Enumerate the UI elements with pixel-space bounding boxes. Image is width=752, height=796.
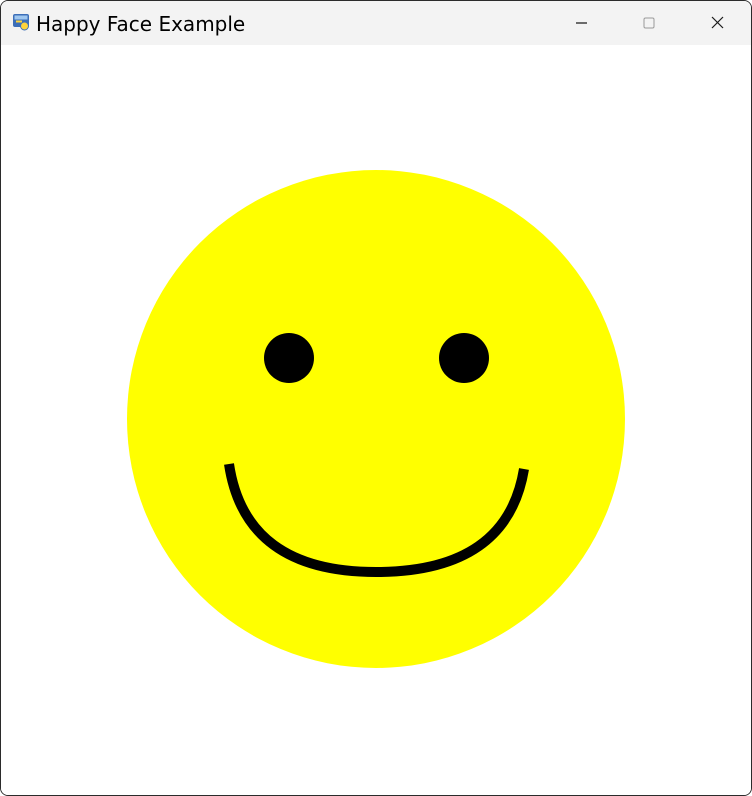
window-title: Happy Face Example [36,12,246,36]
python-icon [12,13,30,31]
minimize-icon [576,22,587,24]
maximize-icon [643,17,655,29]
drawing-canvas [1,45,751,795]
title-bar[interactable]: Happy Face Example [1,1,751,45]
face-circle [127,170,625,668]
close-button[interactable] [684,1,750,45]
happy-face-drawing [127,170,625,668]
app-window: Happy Face Example [0,0,752,796]
maximize-button[interactable] [616,1,682,45]
right-eye [439,333,489,383]
left-eye [264,333,314,383]
close-icon [711,16,724,29]
minimize-button[interactable] [548,1,614,45]
